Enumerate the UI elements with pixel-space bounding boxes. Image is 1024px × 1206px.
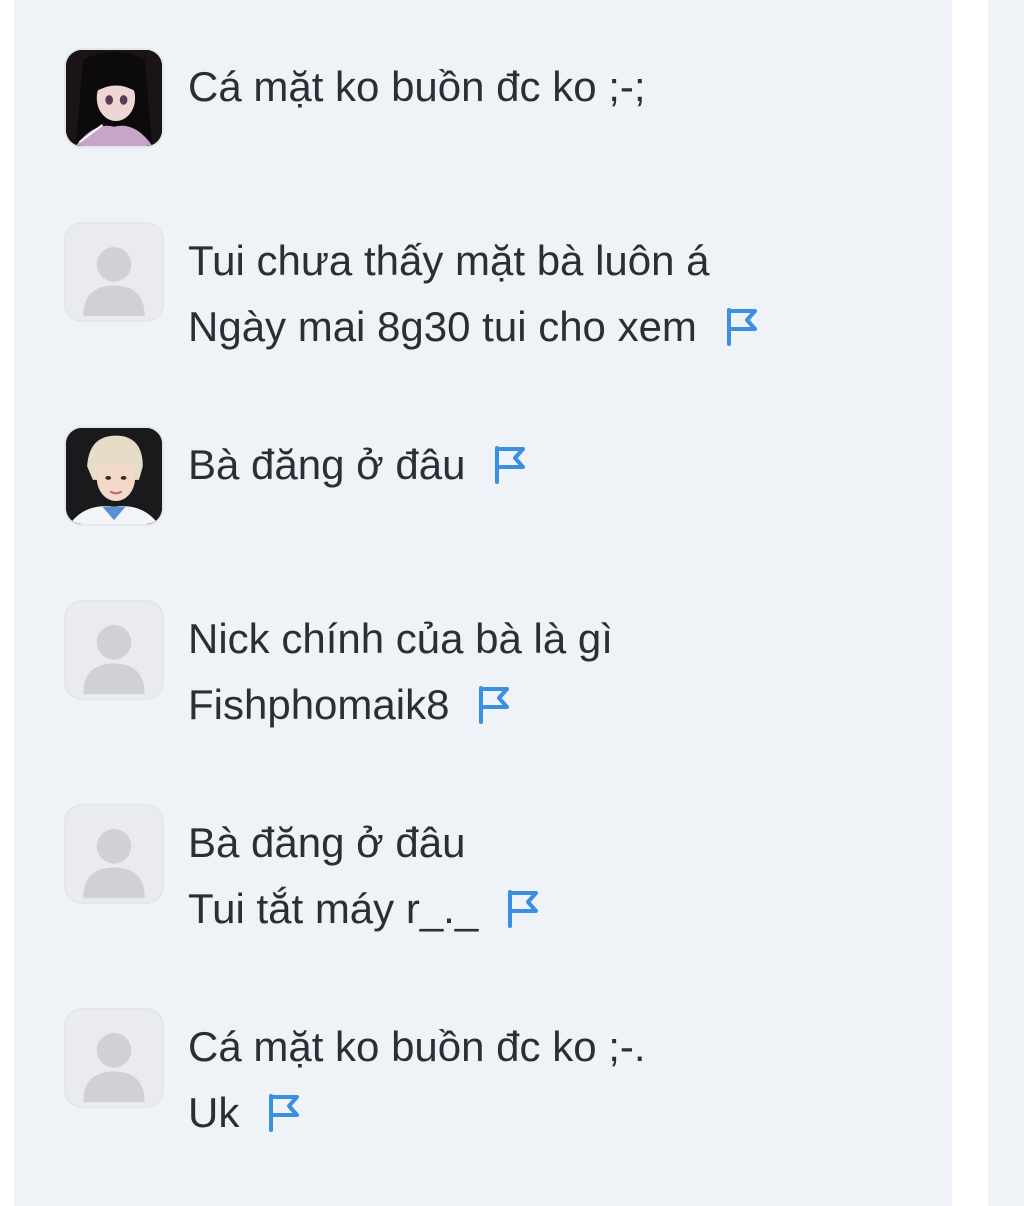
comment-text: Tui chưa thấy mặt bà luôn á Ngày mai 8g3…: [188, 228, 759, 360]
default-user-avatar[interactable]: [64, 222, 164, 322]
scroll-strip: [988, 0, 1024, 1206]
flag-icon[interactable]: [723, 306, 759, 346]
comment-line: Ngày mai 8g30 tui cho xem: [188, 303, 697, 350]
comment-line-with-flag: Bà đăng ở đâu: [188, 432, 527, 498]
comment-line-with-flag: Uk: [188, 1080, 646, 1146]
blond-boy-avatar[interactable]: [64, 426, 164, 526]
comment-line: Uk: [188, 1089, 240, 1136]
comment-panel: Cá mặt ko buồn đc ko ;-; Tui chưa thấy m…: [14, 0, 952, 1206]
anime-girl-avatar[interactable]: [64, 48, 164, 148]
comment-line: Bà đăng ở đâu: [188, 819, 466, 866]
comment-line: Fishphomaik8: [188, 681, 450, 728]
flag-icon[interactable]: [504, 888, 540, 928]
flag-icon[interactable]: [265, 1092, 301, 1132]
comment-line-with-flag: Fishphomaik8: [188, 672, 613, 738]
comment-line-with-flag: Ngày mai 8g30 tui cho xem: [188, 294, 759, 360]
default-user-avatar[interactable]: [64, 600, 164, 700]
comment-line: Nick chính của bà là gì: [188, 615, 613, 662]
flag-icon[interactable]: [475, 684, 511, 724]
comment-text: Cá mặt ko buồn đc ko ;-;: [188, 54, 646, 120]
comment-line-with-flag: Tui tắt máy r_._: [188, 876, 540, 942]
comment-line: Tui tắt máy r_._: [188, 885, 479, 932]
default-user-avatar[interactable]: [64, 1008, 164, 1108]
comment-line: Tui chưa thấy mặt bà luôn á: [188, 237, 710, 284]
flag-icon[interactable]: [491, 444, 527, 484]
default-user-avatar[interactable]: [64, 804, 164, 904]
comment-text: Cá mặt ko buồn đc ko ;-. Uk: [188, 1014, 646, 1146]
comment-page: Cá mặt ko buồn đc ko ;-; Tui chưa thấy m…: [0, 0, 1024, 1206]
comment-line: Bà đăng ở đâu: [188, 441, 466, 488]
comment-line: Cá mặt ko buồn đc ko ;-.: [188, 1023, 646, 1070]
comment-text: Nick chính của bà là gì Fishphomaik8: [188, 606, 613, 738]
comment-text: Bà đăng ở đâu: [188, 432, 527, 498]
comment-text: Bà đăng ở đâu Tui tắt máy r_._: [188, 810, 540, 942]
comment-line: Cá mặt ko buồn đc ko ;-;: [188, 63, 646, 110]
